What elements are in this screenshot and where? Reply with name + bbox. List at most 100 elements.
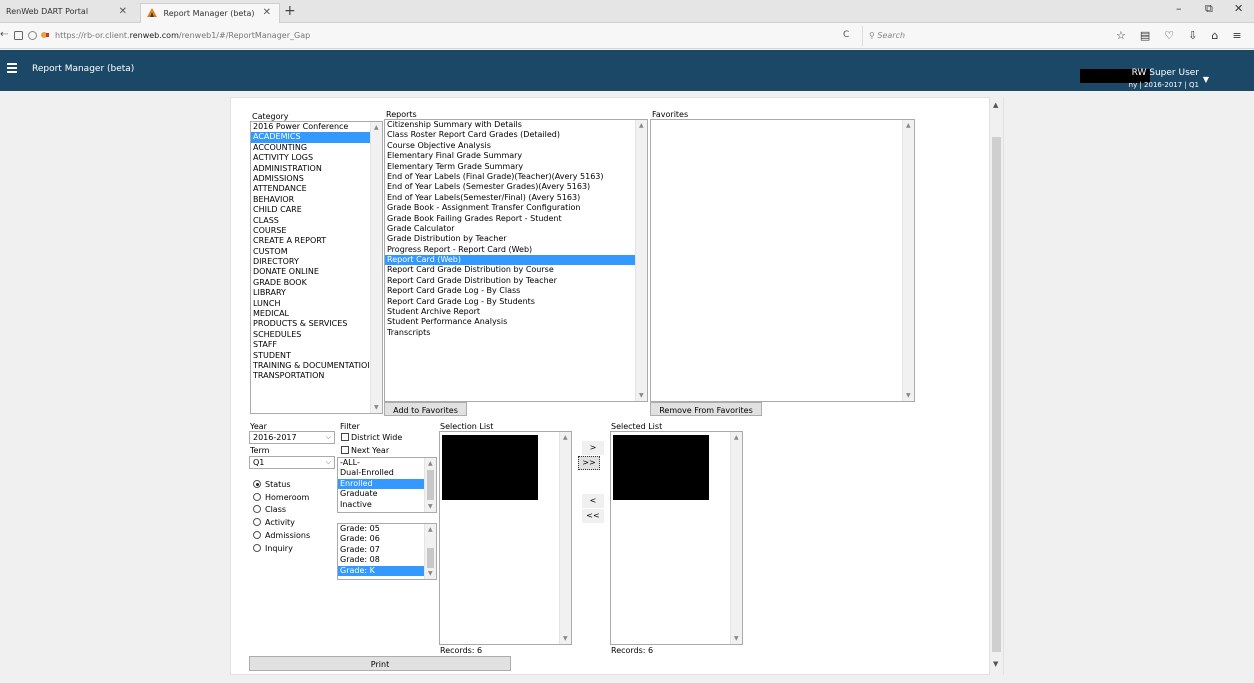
category-list-item[interactable]: TRANSPORTATION	[251, 371, 382, 381]
page-scrollbar[interactable]: ▲ ▼	[989, 97, 1003, 675]
scroll-down-icon[interactable]: ▼	[428, 570, 433, 577]
scroll-down-icon[interactable]: ▼	[374, 404, 379, 411]
page-info-icon[interactable]	[14, 31, 23, 40]
print-button[interactable]: Print	[249, 656, 511, 671]
grade-list-item[interactable]: Grade: 06	[338, 534, 436, 544]
pocket-icon[interactable]: ♡	[1164, 29, 1188, 42]
report-list-item[interactable]: Citizenship Summary with Details	[385, 120, 647, 130]
category-list-item[interactable]: CREATE A REPORT	[251, 236, 382, 246]
term-select[interactable]: Q1 ⌵	[249, 456, 335, 469]
close-window-button[interactable]: ✕	[1234, 2, 1243, 15]
status-scrollbar[interactable]: ▲ ▼	[424, 458, 436, 512]
remove-from-favorites-button[interactable]: Remove From Favorites	[650, 402, 762, 416]
category-list-item[interactable]: ADMINISTRATION	[251, 164, 382, 174]
grade-list-item[interactable]: Grade: 08	[338, 555, 436, 565]
url-bar[interactable]: https://rb-or.client.renweb.com/renweb1/…	[55, 26, 825, 46]
report-list-item[interactable]: Elementary Term Grade Summary	[385, 162, 647, 172]
report-list-item[interactable]: Class Roster Report Card Grades (Detaile…	[385, 130, 647, 140]
close-tab-icon[interactable]: ✕	[263, 7, 271, 18]
status-filter-list[interactable]: -ALL- Dual-Enrolled Enrolled Graduate Inacti…	[337, 457, 437, 513]
remove-selected-button[interactable]: <	[582, 494, 604, 508]
minimize-button[interactable]: –	[1176, 2, 1182, 15]
scroll-down-icon[interactable]: ▼	[993, 660, 998, 668]
scroll-down-icon[interactable]: ▼	[734, 635, 739, 642]
report-list-item[interactable]: Course Objective Analysis	[385, 141, 647, 151]
add-selected-button[interactable]: >	[582, 441, 604, 455]
category-list-item[interactable]: CUSTOM	[251, 247, 382, 257]
grade-scrollbar[interactable]: ▲ ▼	[424, 524, 436, 579]
category-list-item[interactable]: LIBRARY	[251, 288, 382, 298]
user-menu[interactable]: RW Super User ny | 2016-2017 | Q1 ▼	[1080, 59, 1213, 89]
report-list-item[interactable]: End of Year Labels (Final Grade)(Teacher…	[385, 172, 647, 182]
download-icon[interactable]: ⇩	[1188, 29, 1211, 42]
report-list-item[interactable]: Report Card (Web)	[385, 255, 647, 266]
hamburger-menu-icon[interactable]	[7, 63, 17, 73]
scroll-up-icon[interactable]: ▲	[428, 460, 433, 467]
category-list-item[interactable]: TRAINING & DOCUMENTATIOI	[251, 361, 382, 371]
bookmark-star-icon[interactable]: ☆	[1116, 29, 1140, 42]
reading-list-icon[interactable]: ▤	[1140, 29, 1164, 42]
category-list-item[interactable]: ACTIVITY LOGS	[251, 153, 382, 163]
category-list-item[interactable]: STAFF	[251, 340, 382, 350]
new-tab-button[interactable]: +	[284, 3, 296, 19]
group-by-radio-homeroom[interactable]: Homeroom	[253, 493, 309, 502]
scroll-up-icon[interactable]: ▲	[563, 434, 568, 441]
category-list-item[interactable]: ATTENDANCE	[251, 184, 382, 194]
home-icon[interactable]: ⌂	[1211, 29, 1232, 42]
back-arrow-icon[interactable]: ⇠	[0, 29, 8, 40]
category-list[interactable]: 2016 Power Conference ACADEMICS ACCOUNTING…	[250, 121, 383, 414]
scroll-up-icon[interactable]: ▲	[993, 101, 998, 109]
category-list-item[interactable]: LUNCH	[251, 299, 382, 309]
scroll-thumb[interactable]	[992, 137, 1001, 652]
site-permission-icon[interactable]	[40, 30, 50, 40]
reports-scrollbar[interactable]: ▲ ▼	[635, 120, 647, 401]
scroll-thumb[interactable]	[427, 470, 434, 500]
category-list-item[interactable]: PRODUCTS & SERVICES	[251, 319, 382, 329]
category-list-item[interactable]: COURSE	[251, 226, 382, 236]
report-list-item[interactable]: Report Card Grade Distribution by Course	[385, 265, 647, 275]
report-list-item[interactable]: Elementary Final Grade Summary	[385, 151, 647, 161]
browser-tab-renweb-portal[interactable]: RenWeb DART Portal ✕	[0, 3, 135, 23]
scroll-down-icon[interactable]: ▼	[563, 635, 568, 642]
category-list-item[interactable]: STUDENT	[251, 351, 382, 361]
status-list-item[interactable]: Graduate	[338, 489, 436, 499]
scroll-down-icon[interactable]: ▼	[428, 503, 433, 510]
category-list-item[interactable]: 2016 Power Conference	[251, 122, 382, 132]
favorites-scrollbar[interactable]: ▲ ▼	[902, 120, 914, 401]
report-list-item[interactable]: Grade Calculator	[385, 224, 647, 234]
favorites-list[interactable]: ▲ ▼	[650, 119, 915, 402]
menu-icon[interactable]: ≡	[1232, 29, 1254, 42]
report-list-item[interactable]: Grade Book - Assignment Transfer Configu…	[385, 203, 647, 213]
status-list-item[interactable]: Dual-Enrolled	[338, 468, 436, 478]
scroll-thumb[interactable]	[427, 548, 434, 568]
info-icon[interactable]	[28, 31, 37, 40]
reports-list[interactable]: Citizenship Summary with Details Class Ro…	[384, 119, 648, 402]
report-list-item[interactable]: Student Archive Report	[385, 307, 647, 317]
report-list-item[interactable]: End of Year Labels (Semester Grades)(Ave…	[385, 182, 647, 192]
browser-search-input[interactable]: ⚲ Search	[862, 26, 1072, 46]
remove-all-button[interactable]: <<	[582, 509, 604, 523]
scroll-up-icon[interactable]: ▲	[428, 526, 433, 533]
report-list-item[interactable]: Grade Book Failing Grades Report - Stude…	[385, 214, 647, 224]
category-list-item[interactable]: BEHAVIOR	[251, 195, 382, 205]
group-by-radio-inquiry[interactable]: Inquiry	[253, 544, 293, 553]
category-list-item[interactable]: ACADEMICS	[251, 132, 382, 143]
category-list-item[interactable]: DONATE ONLINE	[251, 267, 382, 277]
restore-button[interactable]: ⧉	[1205, 2, 1213, 16]
grade-filter-list[interactable]: Grade: 05 Grade: 06 Grade: 07 Grade: 08 Grad…	[337, 523, 437, 580]
add-to-favorites-button[interactable]: Add to Favorites	[384, 402, 467, 416]
report-list-item[interactable]: Grade Distribution by Teacher	[385, 234, 647, 244]
year-select[interactable]: 2016-2017 ⌵	[249, 431, 335, 444]
category-list-item[interactable]: SCHEDULES	[251, 330, 382, 340]
scroll-up-icon[interactable]: ▲	[374, 124, 379, 131]
report-list-item[interactable]: Report Card Grade Log - By Students	[385, 297, 647, 307]
report-list-item[interactable]: Student Performance Analysis	[385, 317, 647, 327]
browser-tab-report-manager[interactable]: Report Manager (beta) ✕	[140, 3, 280, 23]
reload-button[interactable]: C	[843, 30, 849, 40]
district-wide-checkbox[interactable]: District Wide	[341, 433, 402, 442]
category-list-item[interactable]: CHILD CARE	[251, 205, 382, 215]
close-tab-icon[interactable]: ✕	[119, 6, 127, 17]
selection-scrollbar[interactable]: ▲ ▼	[559, 432, 571, 644]
next-year-checkbox[interactable]: Next Year	[341, 446, 389, 455]
report-list-item[interactable]: Report Card Grade Distribution by Teache…	[385, 276, 647, 286]
